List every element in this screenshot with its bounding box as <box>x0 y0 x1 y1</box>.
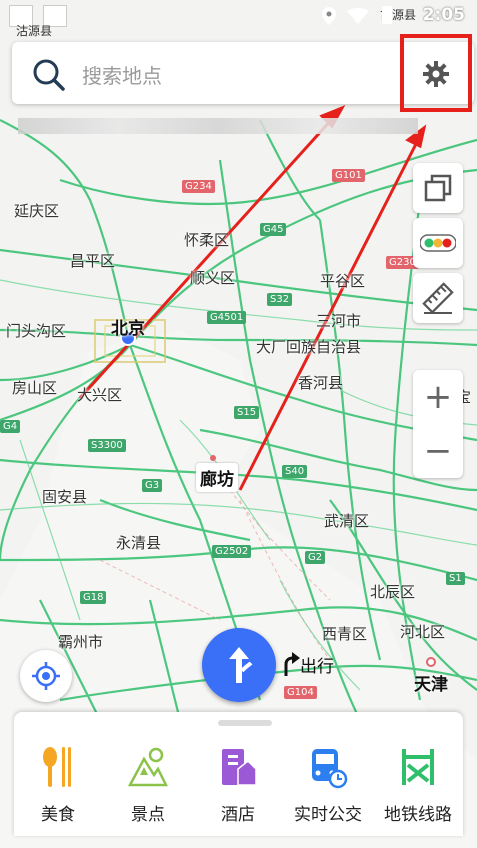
category-label: 地铁线路 <box>384 805 452 825</box>
map-label: 顺义区 <box>190 269 236 287</box>
route-fork-icon <box>229 647 253 683</box>
map-label: 固安县 <box>42 488 88 506</box>
search-icon <box>33 59 65 91</box>
map-label: 门头沟区 <box>6 322 67 340</box>
map-label: 西青区 <box>322 625 368 643</box>
map-label-beijing: 北京 <box>111 319 145 339</box>
map-label: 大厂回族自治县 <box>256 338 362 356</box>
settings-button[interactable] <box>400 34 472 112</box>
layers-button[interactable] <box>413 163 463 213</box>
zoom-in-button[interactable]: + <box>413 370 463 424</box>
map-label: 三河市 <box>316 312 362 330</box>
blurred-info-strip <box>18 118 418 134</box>
layers-icon <box>424 174 452 202</box>
route-navigation-button[interactable] <box>202 628 276 702</box>
road-shield: G4 <box>0 420 21 433</box>
battery-icon <box>382 6 392 24</box>
category-label: 景点 <box>131 805 165 825</box>
crosshair-icon <box>32 662 60 690</box>
category-scenic[interactable]: 景点 <box>104 745 192 825</box>
category-metro[interactable]: 地铁线路 <box>374 745 462 825</box>
travel-label: 出行 <box>300 657 334 677</box>
zoom-controls: + − <box>413 370 463 478</box>
food-icon <box>43 747 71 787</box>
road-shield: G2 <box>305 551 326 564</box>
map-label: 武清区 <box>324 512 370 530</box>
locate-me-button[interactable] <box>20 650 72 702</box>
category-label: 实时公交 <box>294 805 362 825</box>
road-shield: S15 <box>234 406 260 419</box>
bus-icon <box>312 749 348 789</box>
scenic-icon <box>128 747 168 787</box>
road-shield: S40 <box>282 465 308 478</box>
map-label: 延庆区 <box>14 202 60 220</box>
category-bus[interactable]: 实时公交 <box>284 745 372 825</box>
road-shield: G45 <box>260 223 287 236</box>
category-hotel[interactable]: 酒店 <box>194 745 282 825</box>
map-label: 大兴区 <box>77 386 123 404</box>
road-shield: G18 <box>80 591 107 604</box>
travel-button[interactable]: 出行 <box>278 646 348 682</box>
hotel-icon <box>222 749 257 786</box>
traffic-light-icon <box>420 234 456 252</box>
road-shield: G4501 <box>207 311 247 324</box>
wifi-icon <box>347 8 369 24</box>
map-label: 北辰区 <box>370 583 416 601</box>
map-label: 河北区 <box>400 623 446 641</box>
road-shield: G104 <box>284 686 317 699</box>
road-shield: G101 <box>332 169 365 182</box>
map-label: 怀柔区 <box>184 231 230 249</box>
ruler-button[interactable] <box>413 273 463 323</box>
road-shield: G3 <box>142 479 163 492</box>
map-label: 平谷区 <box>320 272 366 290</box>
road-shield: S3300 <box>88 439 126 452</box>
map-label: 房山区 <box>12 379 58 397</box>
road-shield: G234 <box>182 180 215 193</box>
metro-icon <box>402 749 434 785</box>
status-bar: 沽源县 古源县 2:05 <box>0 0 477 38</box>
zoom-out-button[interactable]: − <box>413 424 463 478</box>
search-input[interactable]: 搜索地点 <box>82 60 162 89</box>
drag-handle[interactable] <box>218 720 272 726</box>
map-label-langfang: 廊坊 <box>196 463 238 492</box>
ruler-icon <box>422 282 454 314</box>
turn-arrow-icon <box>284 652 300 676</box>
traffic-button[interactable] <box>413 218 463 268</box>
map-label-tianjin: 天津 <box>414 675 448 695</box>
category-label: 酒店 <box>221 805 255 825</box>
map-label: 霸州市 <box>58 633 104 651</box>
map-label: 香河县 <box>298 374 344 392</box>
category-label: 美食 <box>41 805 75 825</box>
road-shield: S1 <box>446 572 465 585</box>
road-shield: G2502 <box>212 545 252 558</box>
location-status-icon <box>322 7 336 25</box>
map-label: 永清县 <box>116 534 162 552</box>
road-shield: S32 <box>267 293 293 306</box>
gear-icon <box>423 61 449 87</box>
status-bar-map-label: 沽源县 <box>16 24 53 38</box>
map-label: 昌平区 <box>70 252 116 270</box>
category-food[interactable]: 美食 <box>14 745 102 825</box>
status-time: 2:05 <box>422 5 465 25</box>
